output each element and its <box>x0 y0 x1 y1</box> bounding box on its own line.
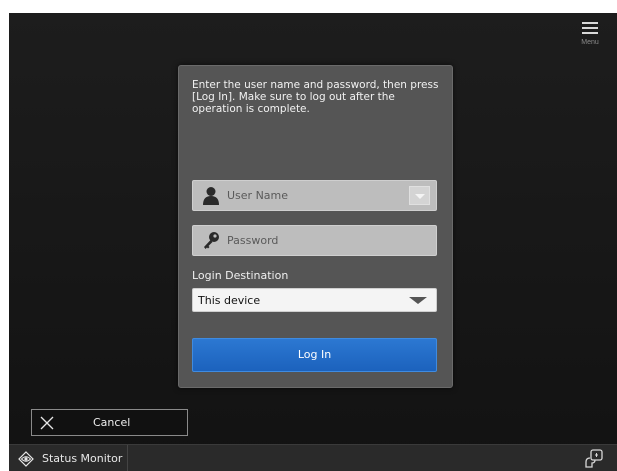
login-instructions: Enter the user name and password, then p… <box>192 79 439 115</box>
status-monitor-icon <box>18 451 34 467</box>
key-icon <box>204 232 219 249</box>
password-placeholder: Password <box>227 234 279 247</box>
username-placeholder: User Name <box>227 189 289 202</box>
user-icon <box>203 187 219 205</box>
bottom-bar: Status Monitor <box>9 444 617 471</box>
status-monitor-button[interactable]: Status Monitor <box>9 445 128 471</box>
login-destination-value: This device <box>198 294 261 307</box>
cancel-button[interactable]: Cancel <box>31 409 188 436</box>
password-field[interactable]: Password <box>192 225 437 256</box>
status-monitor-label: Status Monitor <box>42 452 123 465</box>
menu-button[interactable]: Menu <box>573 22 607 54</box>
menu-label: Menu <box>581 39 599 46</box>
login-screen: Menu Enter the user name and password, t… <box>9 13 617 471</box>
username-field[interactable]: User Name <box>192 180 437 211</box>
login-destination-select[interactable]: This device <box>192 288 437 312</box>
cancel-label: Cancel <box>93 416 131 429</box>
hamburger-icon <box>582 22 598 34</box>
remote-operation-icon[interactable] <box>583 448 605 470</box>
login-button[interactable]: Log In <box>192 338 437 372</box>
close-icon <box>40 416 54 430</box>
chevron-down-icon <box>409 297 427 304</box>
login-destination-label: Login Destination <box>192 269 289 282</box>
username-dropdown-button[interactable] <box>409 186 430 205</box>
login-dialog: Enter the user name and password, then p… <box>178 65 453 388</box>
